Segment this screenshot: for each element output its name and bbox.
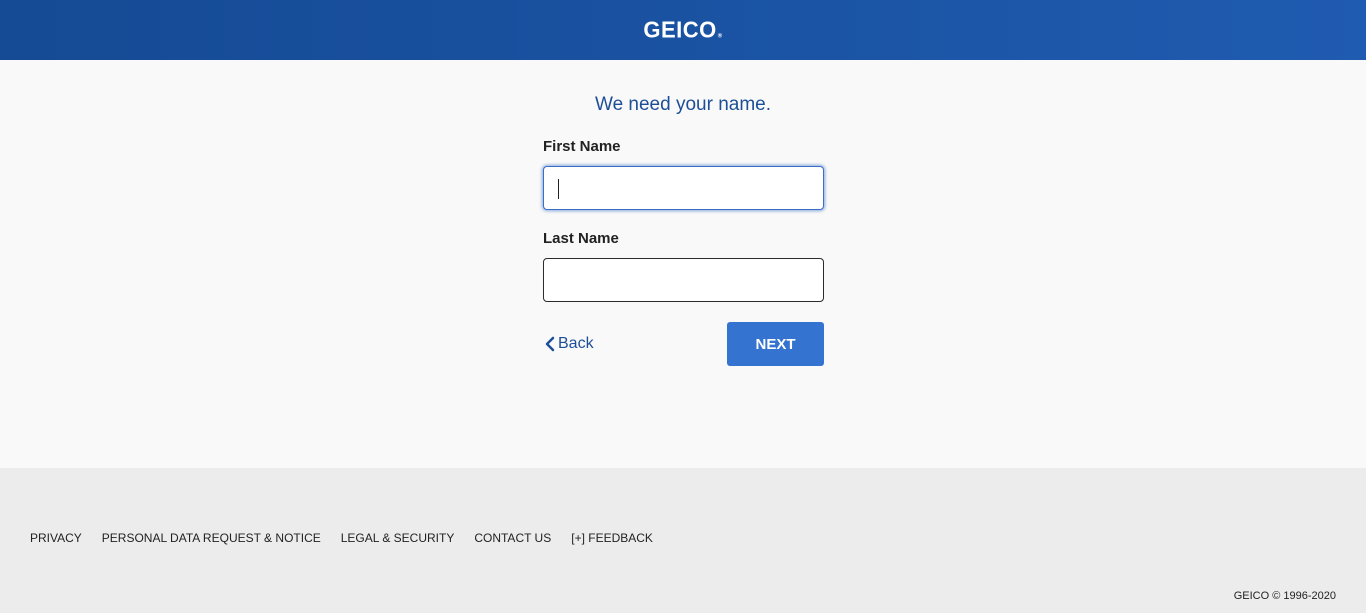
chevron-left-icon [545,336,555,352]
next-button[interactable]: NEXT [727,322,824,366]
footer-nav: PRIVACY PERSONAL DATA REQUEST & NOTICE L… [30,531,653,545]
footer-link-legal-security[interactable]: LEGAL & SECURITY [341,531,455,545]
last-name-label: Last Name [543,230,619,247]
geico-logo[interactable]: GEICO® [643,16,722,43]
footer-link-privacy[interactable]: PRIVACY [30,531,82,545]
page-title: We need your name. [594,94,772,115]
copyright-text: GEICO © 1996-2020 [1233,590,1336,602]
first-name-label: First Name [543,138,621,155]
footer-link-personal-data[interactable]: PERSONAL DATA REQUEST & NOTICE [102,531,321,545]
footer-link-feedback[interactable]: [+] FEEDBACK [571,531,653,545]
registered-mark: ® [717,33,723,40]
footer-link-contact-us[interactable]: CONTACT US [474,531,551,545]
site-header: GEICO® [0,0,1366,60]
logo-text: GEICO [643,16,717,43]
site-footer: PRIVACY PERSONAL DATA REQUEST & NOTICE L… [0,468,1366,613]
back-link[interactable]: Back [545,333,594,355]
last-name-field[interactable] [543,258,824,302]
back-label: Back [558,335,594,352]
main-content: We need your name. First Name Last Name … [0,60,1366,468]
first-name-field[interactable] [543,166,824,210]
text-caret [558,179,559,199]
